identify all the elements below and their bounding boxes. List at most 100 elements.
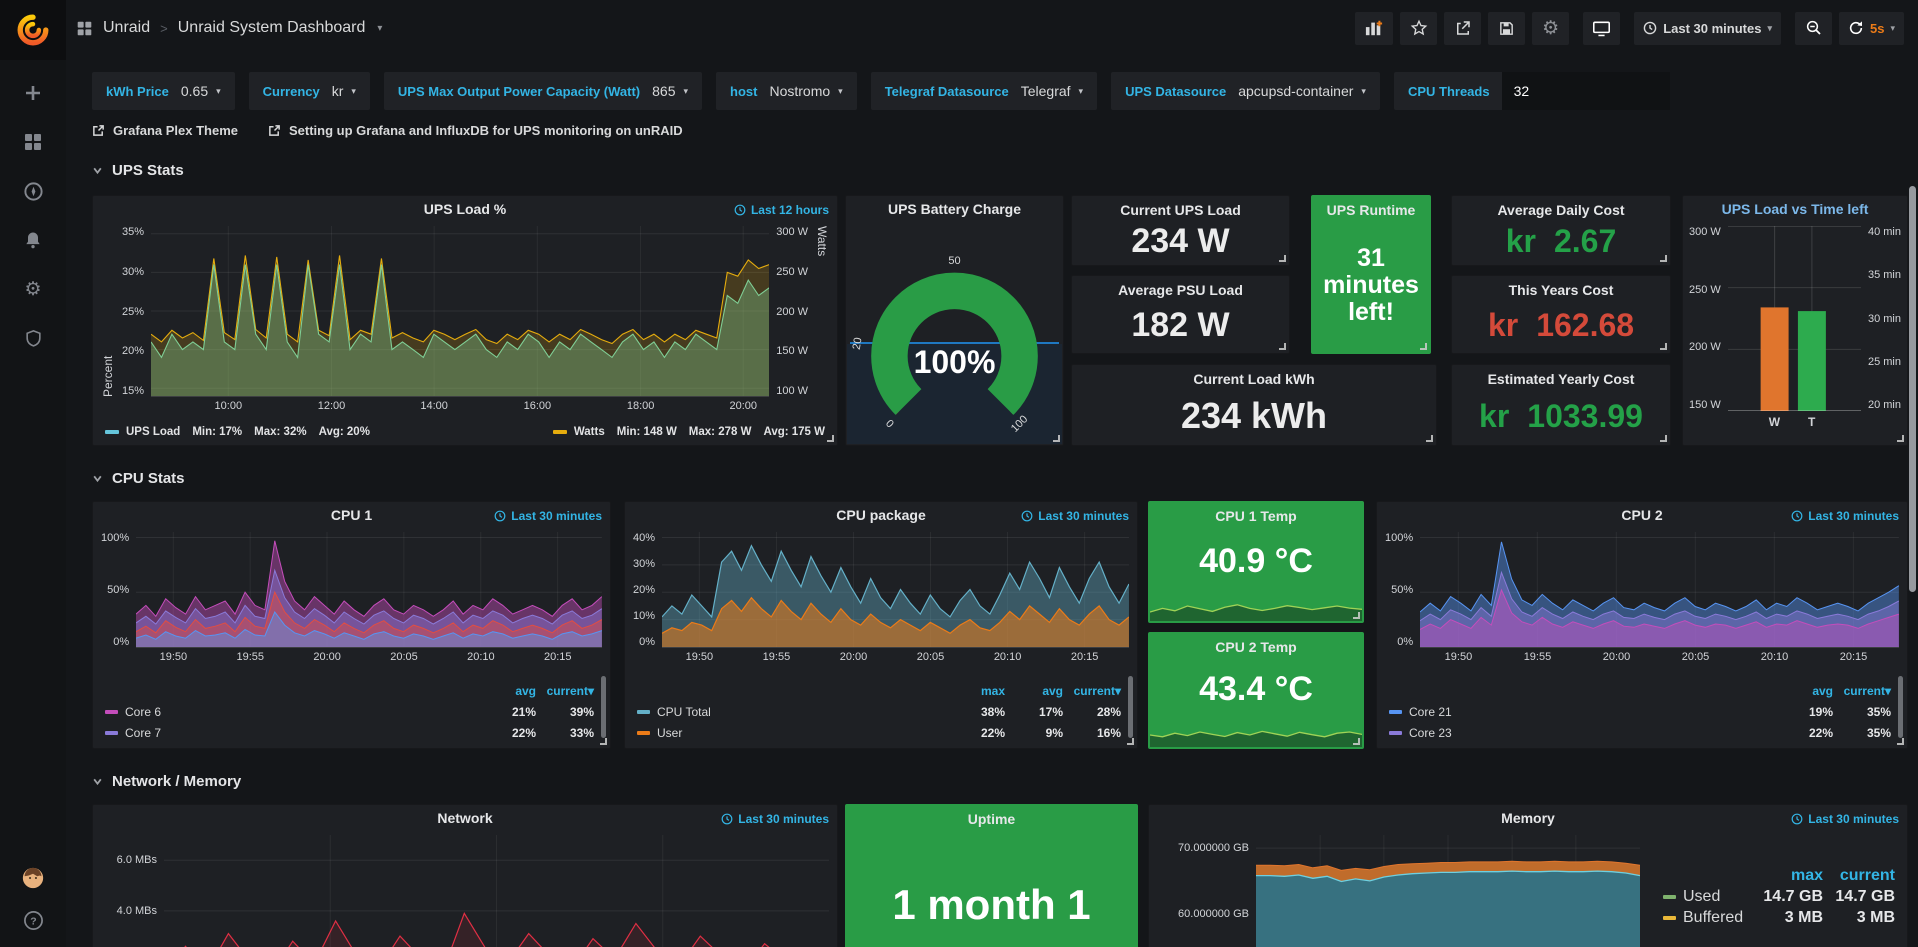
panel-title[interactable]: UPS Battery Charge: [888, 201, 1021, 217]
explore-compass-icon[interactable]: [22, 180, 44, 202]
legend-item[interactable]: UPS LoadMin: 17%Max: 32%Avg: 20%: [105, 426, 370, 438]
zoom-out-button[interactable]: [1795, 12, 1832, 45]
alerting-bell-icon[interactable]: [22, 229, 44, 251]
chart-plot[interactable]: 19:5019:5520:0020:0520:1020:15: [662, 532, 1129, 648]
dashboards-icon[interactable]: [22, 131, 44, 153]
user-avatar[interactable]: [22, 867, 44, 889]
resize-handle[interactable]: [1053, 435, 1060, 442]
panel-title[interactable]: Current UPS Load: [1072, 202, 1289, 218]
chart-plot[interactable]: 19:5019:5520:0020:0520:1020:15: [1420, 532, 1899, 648]
legend-series-toggle[interactable]: Used: [1663, 888, 1751, 906]
panel-title[interactable]: Average PSU Load: [1072, 282, 1289, 298]
dashboard-settings-button[interactable]: ⚙: [1532, 12, 1569, 45]
panel-title[interactable]: Uptime: [846, 811, 1137, 827]
section-ups-stats[interactable]: UPS Stats: [92, 162, 1918, 179]
resize-handle[interactable]: [1420, 343, 1427, 350]
chart-plot[interactable]: 19:5019:5520:0020:0520:1020:15: [136, 532, 602, 648]
panel-time-range-link[interactable]: Last 30 minutes: [1791, 812, 1899, 826]
resize-handle[interactable]: [1897, 435, 1904, 442]
panel-time-range-link[interactable]: Last 30 minutes: [721, 812, 829, 826]
panel-title[interactable]: Network: [437, 810, 492, 826]
chart-plot[interactable]: WT: [1728, 226, 1861, 411]
resize-handle[interactable]: [1353, 612, 1360, 619]
panel-title[interactable]: This Years Cost: [1452, 282, 1670, 298]
resize-handle[interactable]: [1660, 435, 1667, 442]
panel-title[interactable]: CPU 1: [331, 507, 372, 523]
legend-series-toggle[interactable]: Buffered: [1663, 909, 1751, 927]
help-icon[interactable]: ?: [22, 909, 44, 931]
resize-handle[interactable]: [1897, 738, 1904, 745]
cpu-threads-input[interactable]: 32: [1502, 72, 1670, 110]
section-cpu-stats[interactable]: CPU Stats: [92, 470, 1918, 487]
resize-handle[interactable]: [1660, 343, 1667, 350]
panel-time-range-link[interactable]: Last 30 minutes: [1021, 509, 1129, 523]
create-plus-icon[interactable]: [22, 82, 44, 104]
variable-dropdown[interactable]: 0.65▾: [181, 83, 231, 99]
legend-scrollbar[interactable]: [1898, 676, 1903, 738]
variable-dropdown[interactable]: Nostromo▾: [769, 83, 852, 99]
panel-title[interactable]: CPU 2 Temp: [1149, 639, 1363, 655]
panel-title[interactable]: UPS Runtime: [1312, 202, 1430, 218]
panel-title[interactable]: Estimated Yearly Cost: [1452, 371, 1670, 387]
resize-handle[interactable]: [1426, 435, 1433, 442]
resize-handle[interactable]: [1660, 255, 1667, 262]
legend-series-toggle[interactable]: CPU Total: [637, 705, 947, 719]
dashboard-grid-icon[interactable]: [76, 20, 93, 37]
variable-dropdown[interactable]: Telegraf▾: [1021, 83, 1093, 99]
panel-title[interactable]: Average Daily Cost: [1452, 202, 1670, 218]
panel-title[interactable]: Current Load kWh: [1072, 371, 1436, 387]
legend-series-toggle[interactable]: Core 6: [105, 705, 478, 719]
legend-sort-header[interactable]: current▾: [1833, 684, 1891, 698]
legend-sort-header[interactable]: avg: [1005, 684, 1063, 698]
panel-time-range-link[interactable]: Last 30 minutes: [494, 509, 602, 523]
legend-item[interactable]: WattsMin: 148 WMax: 278 WAvg: 175 W: [553, 426, 825, 438]
server-admin-shield-icon[interactable]: [22, 327, 44, 349]
star-button[interactable]: [1400, 12, 1437, 45]
legend-sort-header[interactable]: current: [1823, 867, 1895, 885]
legend-scrollbar[interactable]: [1128, 676, 1133, 738]
link-ups-monitoring-guide[interactable]: Setting up Grafana and InfluxDB for UPS …: [268, 123, 683, 138]
panel-title[interactable]: CPU package: [836, 507, 925, 523]
legend-series-toggle[interactable]: Core 21: [1389, 705, 1775, 719]
panel-title[interactable]: UPS Load %: [424, 201, 506, 217]
panel-title[interactable]: Memory: [1501, 810, 1555, 826]
resize-handle[interactable]: [600, 738, 607, 745]
refresh-button[interactable]: 5s ▾: [1839, 12, 1904, 45]
legend-sort-header[interactable]: current▾: [1063, 684, 1121, 698]
chart-plot[interactable]: [164, 835, 829, 947]
legend-series-toggle[interactable]: User: [637, 726, 947, 740]
legend-scrollbar[interactable]: [601, 676, 606, 738]
legend-sort-header[interactable]: max: [1751, 867, 1823, 885]
share-button[interactable]: [1444, 12, 1481, 45]
tv-cycle-button[interactable]: [1583, 12, 1620, 45]
resize-handle[interactable]: [827, 435, 834, 442]
resize-handle[interactable]: [1279, 343, 1286, 350]
panel-title[interactable]: CPU 2: [1621, 507, 1662, 523]
refresh-interval-label[interactable]: 5s: [1870, 21, 1884, 36]
section-network-memory[interactable]: Network / Memory: [92, 773, 1918, 790]
chart-plot[interactable]: [1256, 835, 1640, 947]
breadcrumb-root[interactable]: Unraid: [103, 19, 150, 37]
legend-series-toggle[interactable]: Core 23: [1389, 726, 1775, 740]
page-scrollbar[interactable]: [1909, 186, 1916, 592]
panel-title[interactable]: CPU 1 Temp: [1149, 508, 1363, 524]
legend-sort-header[interactable]: avg: [1775, 684, 1833, 698]
panel-time-range-link[interactable]: Last 12 hours: [734, 203, 829, 217]
resize-handle[interactable]: [1353, 738, 1360, 745]
legend-series-toggle[interactable]: Core 7: [105, 726, 478, 740]
grafana-logo[interactable]: [0, 0, 66, 60]
legend-sort-header[interactable]: avg: [478, 684, 536, 698]
resize-handle[interactable]: [1279, 255, 1286, 262]
legend-sort-header[interactable]: current▾: [536, 684, 594, 698]
save-button[interactable]: [1488, 12, 1525, 45]
resize-handle[interactable]: [1127, 738, 1134, 745]
panel-title[interactable]: UPS Load vs Time left: [1722, 201, 1869, 217]
chevron-down-icon[interactable]: ▾: [377, 23, 382, 34]
variable-dropdown[interactable]: 865▾: [652, 83, 698, 99]
time-range-picker[interactable]: Last 30 minutes ▾: [1634, 12, 1781, 45]
legend-sort-header[interactable]: max: [947, 684, 1005, 698]
link-grafana-plex-theme[interactable]: Grafana Plex Theme: [92, 123, 238, 138]
variable-dropdown[interactable]: apcupsd-container▾: [1238, 83, 1376, 99]
variable-dropdown[interactable]: kr▾: [332, 83, 366, 99]
page-title[interactable]: Unraid System Dashboard: [178, 19, 366, 37]
